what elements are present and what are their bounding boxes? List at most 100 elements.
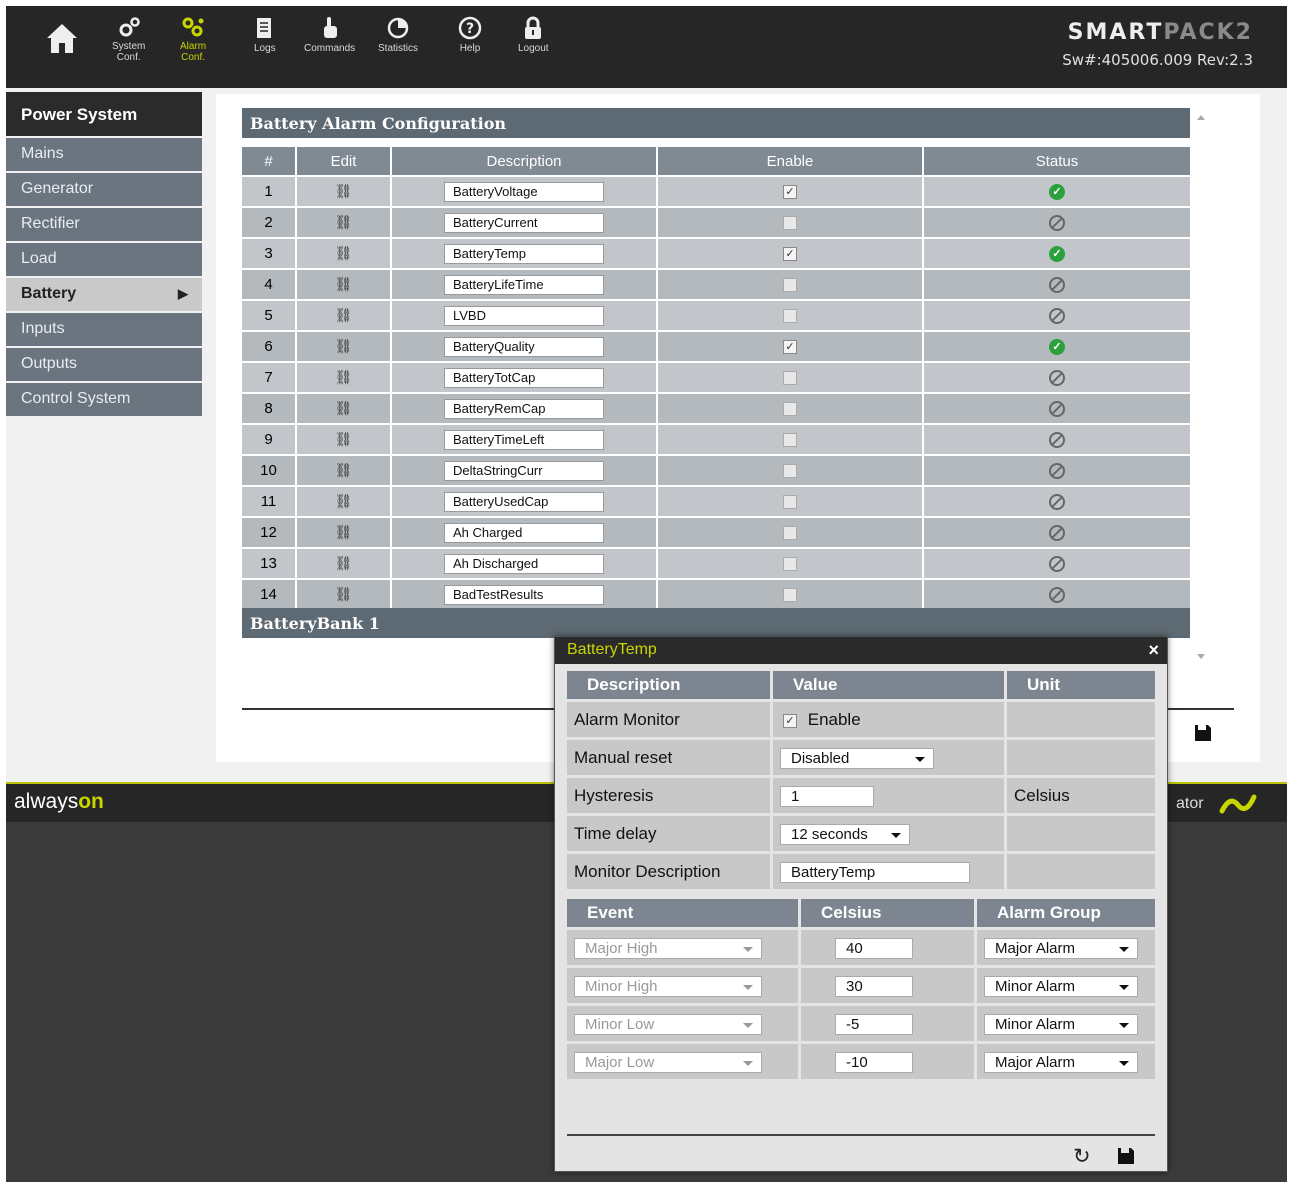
description-input[interactable]: BatteryTemp	[444, 243, 604, 264]
alarm-monitor-checkbox[interactable]: ✓	[783, 713, 797, 728]
enable-checkbox[interactable]: ✓	[783, 340, 797, 355]
description-input[interactable]: BatteryTimeLeft	[444, 429, 604, 450]
arrow-right-icon: ▶	[178, 286, 188, 301]
edit-icon[interactable]: ⛓	[335, 555, 353, 571]
celsius-input[interactable]: 40	[835, 938, 913, 960]
refresh-icon[interactable]: ↻	[1073, 1144, 1091, 1169]
manual-reset-select[interactable]: Disabled	[780, 748, 934, 770]
edit-icon[interactable]: ⛓	[335, 462, 353, 478]
sidebar-item-mains[interactable]: Mains	[6, 138, 202, 171]
description-input[interactable]: DeltaStringCurr	[444, 460, 604, 481]
close-icon[interactable]: ×	[1148, 640, 1159, 661]
nav-system-conf[interactable]: System Conf.	[112, 16, 145, 63]
event-row: Minor Low -5 Minor Alarm	[567, 1006, 1155, 1041]
brand-logo: SMARTPACK2	[1062, 20, 1253, 45]
monitor-description-input[interactable]: BatteryTemp	[780, 862, 970, 884]
enable-checkbox[interactable]: ✓	[783, 247, 797, 262]
table-row: 5 ⛓ LVBD	[242, 301, 1190, 330]
scrollbar[interactable]	[1194, 106, 1208, 666]
description-input[interactable]: BadTestResults	[444, 584, 604, 605]
sidebar-item-outputs[interactable]: Outputs	[6, 348, 202, 381]
edit-icon[interactable]: ⛓	[335, 400, 353, 416]
description-input[interactable]: BatteryLifeTime	[444, 274, 604, 295]
footer-logo-always: always	[14, 790, 79, 813]
celsius-input[interactable]: -5	[835, 1014, 913, 1036]
sidebar-item-generator[interactable]: Generator	[6, 173, 202, 206]
table-row: 10 ⛓ DeltaStringCurr	[242, 456, 1190, 485]
enable-checkbox[interactable]	[783, 464, 797, 479]
time-delay-select[interactable]: 12 seconds	[780, 824, 910, 846]
alarm-group-select[interactable]: Minor Alarm	[984, 976, 1138, 998]
description-input[interactable]: Ah Discharged	[444, 553, 604, 574]
edit-icon[interactable]: ⛓	[335, 369, 353, 385]
status-disabled-icon	[1049, 370, 1065, 387]
sidebar-item-battery[interactable]: Battery ▶	[6, 278, 202, 311]
enable-checkbox[interactable]	[783, 588, 797, 603]
alarm-group-select[interactable]: Major Alarm	[984, 938, 1138, 960]
event-select[interactable]: Minor High	[574, 976, 762, 998]
row-number: 6	[242, 332, 297, 361]
description-input[interactable]: BatteryQuality	[444, 336, 604, 357]
description-input[interactable]: BatteryUsedCap	[444, 491, 604, 512]
event-select[interactable]: Major Low	[574, 1052, 762, 1074]
sidebar-item-load[interactable]: Load	[6, 243, 202, 276]
event-select[interactable]: Minor Low	[574, 1014, 762, 1036]
sidebar-item-label: Outputs	[21, 355, 78, 372]
event-row: Major Low -10 Major Alarm	[567, 1044, 1155, 1079]
sidebar-item-rectifier[interactable]: Rectifier	[6, 208, 202, 241]
row-number: 14	[242, 580, 297, 609]
enable-checkbox[interactable]	[783, 309, 797, 324]
enable-checkbox[interactable]	[783, 495, 797, 510]
save-icon[interactable]	[1194, 724, 1212, 742]
enable-checkbox[interactable]	[783, 402, 797, 417]
nav-statistics[interactable]: Statistics	[378, 16, 418, 54]
description-input[interactable]: BatteryRemCap	[444, 398, 604, 419]
nav-alarm-conf[interactable]: Alarm Conf.	[180, 16, 206, 63]
description-input[interactable]: BatteryCurrent	[444, 212, 604, 233]
enable-checkbox[interactable]	[783, 371, 797, 386]
row-number: 7	[242, 363, 297, 392]
hysteresis-input[interactable]: 1	[780, 786, 874, 808]
enable-checkbox[interactable]	[783, 557, 797, 572]
alwayson-logo: alwayson	[14, 790, 104, 814]
nav-home[interactable]	[44, 20, 80, 59]
enable-checkbox[interactable]	[783, 433, 797, 448]
enable-checkbox[interactable]	[783, 216, 797, 231]
description-input[interactable]: Ah Charged	[444, 522, 604, 543]
battery-alarm-config-header: Battery Alarm Configuration	[242, 108, 1190, 138]
sidebar-item-control-system[interactable]: Control System	[6, 383, 202, 416]
event-value: Minor Low	[585, 1016, 655, 1034]
edit-icon[interactable]: ⛓	[335, 276, 353, 292]
alarm-group-select[interactable]: Minor Alarm	[984, 1014, 1138, 1036]
edit-icon[interactable]: ⛓	[335, 307, 353, 323]
nav-logs[interactable]: Logs	[254, 16, 276, 54]
enable-checkbox[interactable]	[783, 278, 797, 293]
alarm-group-select[interactable]: Major Alarm	[984, 1052, 1138, 1074]
edit-icon[interactable]: ⛓	[335, 245, 353, 261]
celsius-input[interactable]: 30	[835, 976, 913, 998]
footer-text: ator	[1176, 793, 1258, 815]
edit-icon[interactable]: ⛓	[335, 493, 353, 509]
nav-commands[interactable]: Commands	[304, 16, 355, 54]
edit-icon[interactable]: ⛓	[335, 586, 353, 602]
save-icon[interactable]	[1117, 1147, 1135, 1165]
footer-right-text: ator	[1176, 795, 1204, 813]
edit-icon[interactable]: ⛓	[335, 524, 353, 540]
edit-icon[interactable]: ⛓	[335, 214, 353, 230]
edit-icon[interactable]: ⛓	[335, 183, 353, 199]
event-row: Minor High 30 Minor Alarm	[567, 968, 1155, 1003]
sidebar-item-inputs[interactable]: Inputs	[6, 313, 202, 346]
enable-checkbox[interactable]: ✓	[783, 185, 797, 200]
nav-logout[interactable]: Logout	[518, 16, 549, 54]
enable-checkbox[interactable]	[783, 526, 797, 541]
celsius-input[interactable]: -10	[835, 1052, 913, 1074]
status-disabled-icon	[1049, 215, 1065, 232]
edit-icon[interactable]: ⛓	[335, 338, 353, 354]
description-input[interactable]: BatteryTotCap	[444, 367, 604, 388]
event-select[interactable]: Major High	[574, 938, 762, 960]
description-input[interactable]: LVBD	[444, 305, 604, 326]
edit-icon[interactable]: ⛓	[335, 431, 353, 447]
description-input[interactable]: BatteryVoltage	[444, 181, 604, 202]
nav-help[interactable]: ? Help	[458, 16, 482, 54]
footer-logo-on: on	[78, 790, 104, 813]
